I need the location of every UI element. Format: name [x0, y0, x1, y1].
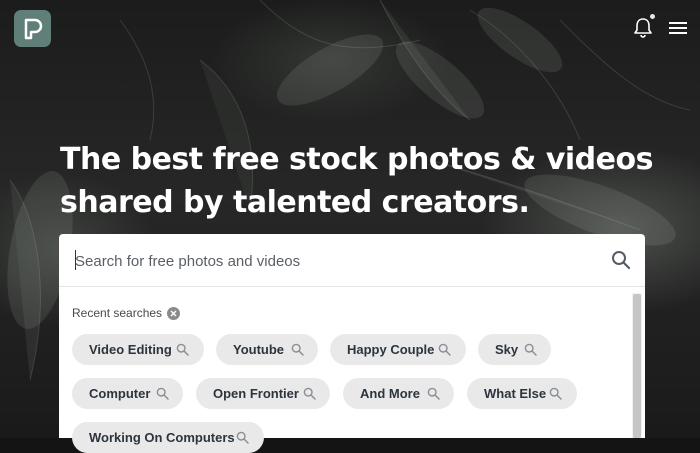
search-icon — [303, 387, 316, 400]
brand-logo[interactable] — [14, 10, 51, 47]
search-icon — [291, 343, 304, 356]
recent-search-chip[interactable]: Happy Couple — [330, 334, 466, 365]
clear-recent-searches-button[interactable] — [167, 307, 180, 320]
logo-mark-icon — [24, 18, 42, 39]
recent-search-chip[interactable]: Computer — [72, 378, 183, 409]
top-navigation — [0, 0, 700, 60]
dropdown-scrollbar-thumb[interactable] — [633, 294, 641, 438]
chip-label: What Else — [484, 386, 547, 401]
search-icon[interactable] — [611, 250, 631, 270]
search-icon — [176, 343, 189, 356]
search-icon — [549, 387, 562, 400]
chip-label: Happy Couple — [347, 342, 435, 357]
chip-label: Open Frontier — [213, 386, 299, 401]
chip-label: Computer — [89, 386, 151, 401]
recent-search-chip[interactable]: Video Editing — [72, 334, 204, 365]
hero-headline-line-1: The best free stock photos & videos — [60, 142, 653, 177]
search-icon — [438, 343, 451, 356]
hamburger-menu-icon[interactable] — [667, 18, 689, 38]
chip-label: And More — [360, 386, 420, 401]
recent-search-chip[interactable]: Sky — [478, 334, 551, 365]
bell-icon[interactable] — [632, 16, 654, 38]
text-caret — [75, 250, 76, 270]
close-icon — [170, 310, 177, 317]
chip-label: Video Editing — [89, 342, 172, 357]
search-bar — [59, 234, 645, 287]
chip-label: Youtube — [233, 342, 285, 357]
search-input[interactable] — [73, 246, 597, 276]
search-icon — [156, 387, 169, 400]
recent-searches-label: Recent searches — [72, 306, 163, 320]
notification-dot — [650, 14, 655, 19]
recent-search-chip[interactable]: What Else — [467, 378, 577, 409]
recent-search-chip[interactable]: Youtube — [216, 334, 318, 365]
hero-headline-line-2: shared by talented creators. — [60, 185, 530, 220]
search-icon — [427, 387, 440, 400]
recent-search-chip[interactable]: Open Frontier — [196, 378, 330, 409]
recent-search-chip[interactable]: And More — [343, 378, 454, 409]
search-icon — [524, 343, 537, 356]
hero-headline: The best free stock photos & videos shar… — [60, 138, 660, 224]
chip-label: Sky — [495, 342, 519, 357]
